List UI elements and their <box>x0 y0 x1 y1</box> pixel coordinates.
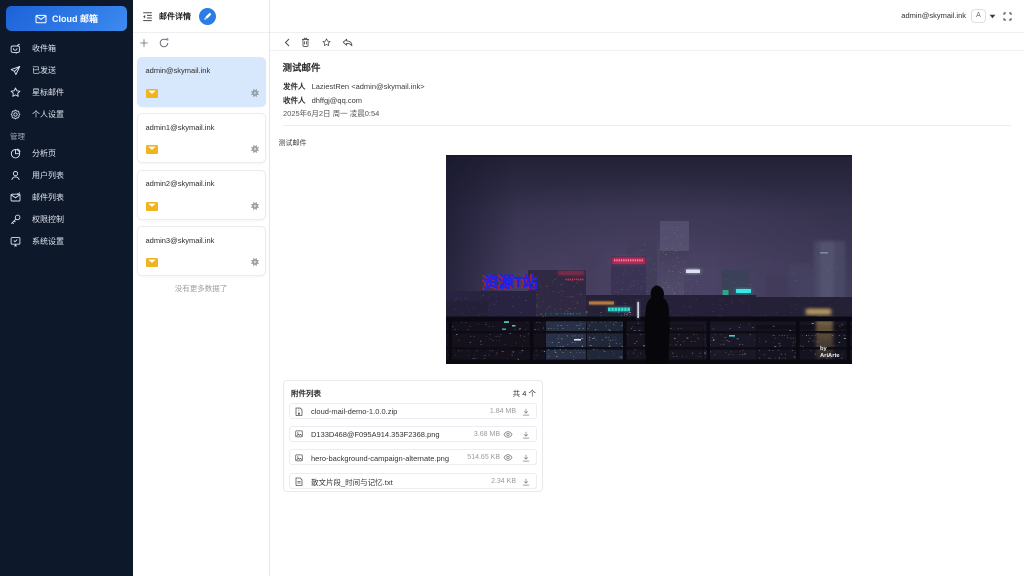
svg-text:AriArte: AriArte <box>820 353 840 359</box>
svg-text:资源T站: 资源T站 <box>484 273 538 291</box>
svg-text:by: by <box>820 346 828 352</box>
